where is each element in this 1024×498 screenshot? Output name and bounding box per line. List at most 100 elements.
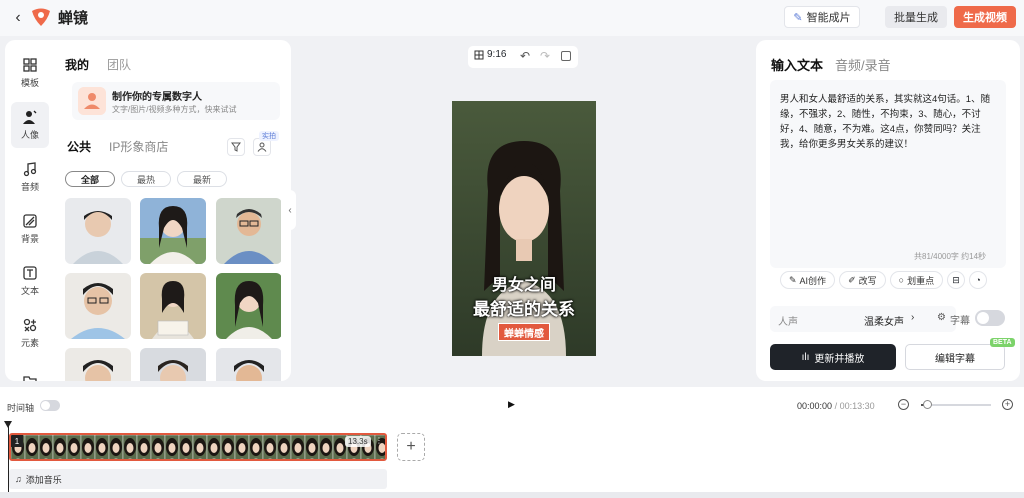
voice-settings-icon[interactable]: ⚙ — [937, 312, 946, 323]
highlight-label: 划重点 — [907, 275, 935, 286]
smart-edit-button[interactable]: ✎ 智能成片 — [784, 6, 860, 28]
elements-icon — [23, 318, 37, 332]
avatar-card[interactable] — [140, 198, 206, 264]
tab-audio-record[interactable]: 音频/录音 — [835, 55, 891, 74]
zoom-in-icon[interactable]: + — [1002, 399, 1013, 410]
dial-icon: ◔ — [975, 275, 981, 285]
clip-thumbnail — [150, 435, 166, 459]
rewrite-button[interactable]: ✐ 改写 — [839, 271, 886, 289]
more-icon[interactable]: ⋮ — [375, 436, 383, 445]
generate-video-button[interactable]: 生成视频 — [954, 6, 1016, 28]
rail-item-template[interactable]: 模板 — [11, 50, 49, 96]
smart-edit-label: 智能成片 — [806, 12, 851, 24]
input-tabs: 输入文本 音频/录音 — [771, 55, 891, 74]
tab-public[interactable]: 公共 — [67, 138, 91, 155]
ai-create-label: AI创作 — [799, 275, 827, 286]
rail-item-elements[interactable]: 元素 — [11, 310, 49, 356]
update-and-play-button[interactable]: ılı 更新并播放 — [770, 344, 896, 370]
beta-badge: BETA — [990, 338, 1015, 347]
rail-label: 元素 — [20, 338, 39, 348]
timeline-toggle[interactable] — [40, 400, 60, 411]
clip-thumbnail — [262, 435, 278, 459]
clip-thumbnail — [234, 435, 250, 459]
tab-team[interactable]: 团队 — [107, 56, 131, 73]
edit-subtitle-button[interactable]: 编辑字幕 — [905, 344, 1005, 370]
top-bar: ‹ 蝉镜 ✎ 智能成片 批量生成 生成视频 — [0, 0, 1024, 36]
clip-thumbnail — [248, 435, 264, 459]
chip-new[interactable]: 最新 — [177, 171, 227, 187]
undo-icon[interactable]: ↶ — [520, 49, 530, 63]
batch-generate-button[interactable]: 批量生成 — [885, 6, 947, 28]
clip-thumbnail — [318, 435, 334, 459]
filter-button[interactable] — [227, 138, 245, 156]
clip-thumbnail — [136, 435, 152, 459]
template-icon — [23, 58, 37, 72]
banner-subtitle: 文字/图片/视频多种方式，快来试试 — [112, 105, 237, 114]
rail-item-audio[interactable]: 音频 — [11, 154, 49, 200]
clip-index: 1 — [11, 435, 23, 447]
avatar-card[interactable] — [65, 348, 131, 381]
fullscreen-icon[interactable] — [561, 51, 571, 61]
create-avatar-banner[interactable]: 制作你的专属数字人 文字/图片/视频多种方式，快来试试 — [72, 82, 280, 120]
logo-mark-icon — [32, 8, 50, 26]
video-clip[interactable]: 1 13.3s ⋮ — [9, 433, 387, 461]
script-textarea[interactable]: 男人和女人最舒适的关系，其实就这4句话。1、随缘，不强求，2、随性，不拘束，3、… — [770, 80, 1006, 268]
tab-input-text[interactable]: 输入文本 — [771, 55, 823, 74]
asset-panel: 模板 人像 音频 背景 文本 元素 我的 团队 制作你的专属数字人 文字/图片/… — [5, 40, 291, 381]
avatar-card[interactable] — [216, 348, 281, 381]
subtitle-toggle[interactable] — [975, 310, 1005, 326]
person-icon — [257, 142, 267, 152]
panel-tabs: 我的 团队 — [65, 56, 131, 73]
timeline-scrollbar[interactable] — [0, 492, 1024, 498]
rail-item-background[interactable]: 背景 — [11, 206, 49, 252]
clip-thumbnail — [24, 435, 40, 459]
clip-duration: 13.3s — [345, 436, 371, 447]
tab-mine[interactable]: 我的 — [65, 56, 89, 73]
avatar-card[interactable] — [65, 198, 131, 264]
zoom-out-icon[interactable]: − — [898, 399, 909, 410]
rail-label: 背景 — [20, 234, 39, 244]
add-clip-button[interactable]: + — [397, 433, 425, 461]
chevron-right-icon: › — [911, 312, 915, 323]
redo-icon[interactable]: ↷ — [540, 49, 550, 63]
rail-item-avatar[interactable]: 人像 — [11, 102, 49, 148]
total-time: 00:13:30 — [839, 401, 875, 411]
current-time: 00:00:00 — [797, 401, 833, 411]
filter-icon — [231, 142, 241, 152]
back-icon[interactable]: ‹ — [8, 8, 28, 28]
ai-create-button[interactable]: ✎ AI创作 — [780, 271, 836, 289]
avatar-card[interactable] — [65, 273, 131, 339]
aspect-ratio-button[interactable]: 9:16 — [474, 49, 506, 60]
clip-thumbnail — [178, 435, 194, 459]
playhead[interactable] — [4, 421, 12, 498]
clip-thumbnail — [66, 435, 82, 459]
caption-line-2: 最舒适的关系 — [473, 300, 575, 320]
chip-all[interactable]: 全部 — [65, 171, 115, 187]
voice-selector[interactable]: 人声 温柔女声 › ⚙ — [770, 306, 956, 332]
zoom-slider[interactable] — [921, 400, 991, 409]
rail-item-more[interactable] — [11, 358, 49, 381]
pronunciation-button[interactable]: ◔ — [969, 271, 988, 289]
insert-pause-button[interactable]: ⊟ — [947, 271, 966, 289]
collapse-panel-button[interactable]: ‹ — [284, 190, 296, 230]
play-icon[interactable]: ▶ — [508, 399, 515, 410]
avatar-card[interactable] — [216, 273, 281, 339]
caption-tag: 蝉蝉情感 — [498, 323, 550, 341]
avatar-card[interactable] — [140, 273, 206, 339]
rail-label: 模板 — [20, 78, 39, 88]
video-preview[interactable]: 男女之间 最舒适的关系 蝉蝉情感 — [452, 101, 596, 356]
highlight-button[interactable]: ○ 划重点 — [889, 271, 944, 289]
tab-ip-store[interactable]: IP形象商店 — [109, 138, 168, 155]
add-music-track[interactable]: ♫ 添加音乐 — [9, 469, 387, 489]
magic-wand-icon: ✎ — [793, 11, 803, 24]
avatar-card[interactable] — [216, 198, 281, 264]
avatar-card[interactable] — [140, 348, 206, 381]
rail-label: 文本 — [20, 286, 39, 296]
library-tabs: 公共 IP形象商店 — [67, 138, 168, 155]
voice-label: 人声 — [778, 317, 798, 328]
zoom-handle[interactable] — [922, 400, 932, 409]
rail-item-text[interactable]: 文本 — [11, 258, 49, 304]
waveform-icon: ılı — [801, 351, 810, 363]
pause-box-icon: ⊟ — [952, 274, 960, 285]
chip-hot[interactable]: 最热 — [121, 171, 171, 187]
